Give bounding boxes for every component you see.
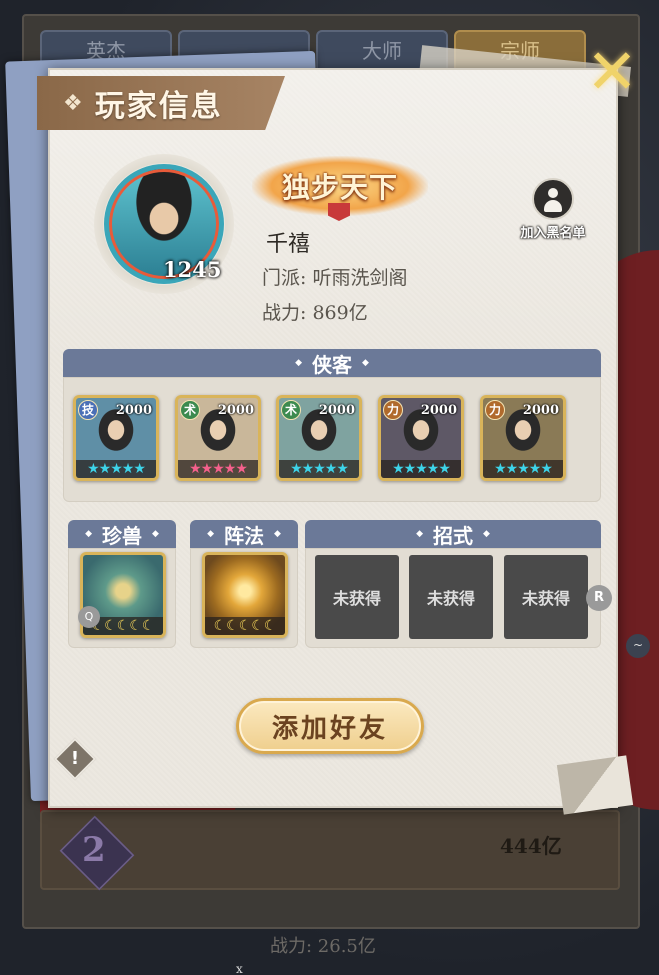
beast-section-title: 珍兽 [102, 523, 142, 548]
hero-power: 2000 [318, 403, 355, 418]
move-slot-3[interactable]: 未获得 [504, 555, 588, 639]
dot-left-icon: ◆ [295, 358, 302, 368]
moves-section-header: ◆ 招式 ◆ [305, 520, 601, 548]
blacklist-user-icon [532, 178, 574, 220]
player-level: 1245 [163, 257, 222, 282]
dot-right-icon: ◆ [152, 529, 159, 539]
rank-number: 2 [82, 830, 106, 870]
move-slot-1[interactable]: 未获得 [315, 555, 399, 639]
title-badge-text: 独步天下 [281, 171, 398, 204]
dot-right-icon: ◆ [362, 358, 369, 368]
rank-power: 444亿 [500, 834, 562, 858]
hero-type-badge: 术 [180, 400, 200, 420]
dot-right-icon: ◆ [274, 529, 281, 539]
heroes-section-title: 侠客 [312, 352, 352, 377]
hero-power: 2000 [115, 403, 152, 418]
hero-power: 2000 [420, 403, 457, 418]
hero-power: 2000 [217, 403, 254, 418]
hero-stars: ★★★★★ [178, 460, 258, 478]
close-button[interactable]: ✕ [582, 35, 642, 108]
hero-card[interactable]: 力 2000 ★★★★★ [480, 395, 566, 481]
report-mark: ! [70, 748, 80, 769]
hero-type-badge: 技 [78, 400, 98, 420]
beast-quality-badge: Q [78, 606, 100, 628]
move-slot-2[interactable]: 未获得 [409, 555, 493, 639]
formation-card[interactable]: ☾☾☾☾☾ [202, 552, 288, 638]
dot-right-icon: ◆ [483, 529, 490, 539]
side-tilde-badge[interactable]: ~ [626, 634, 650, 658]
heroes-section-header: ◆ 侠客 ◆ [63, 349, 601, 377]
hero-card[interactable]: 力 2000 ★★★★★ [378, 395, 464, 481]
player-power: 战力: 869亿 [262, 302, 368, 324]
player-sect: 门派: 听雨洗剑阁 [262, 267, 408, 289]
hero-type-badge: 力 [383, 400, 403, 420]
dot-left-icon: ◆ [416, 529, 423, 539]
hero-card[interactable]: 术 2000 ★★★★★ [175, 395, 261, 481]
formation-section-title: 阵法 [224, 523, 264, 548]
page-corner-fold [556, 755, 634, 815]
formation-moons: ☾☾☾☾☾ [205, 617, 285, 635]
dialog-title: 玩家信息 [94, 89, 223, 124]
hero-card[interactable]: 术 2000 ★★★★★ [276, 395, 362, 481]
formation-section-header: ◆ 阵法 ◆ [190, 520, 298, 548]
add-friend-button[interactable]: 添加好友 [236, 698, 424, 754]
hero-type-badge: 力 [485, 400, 505, 420]
bottom-power: 战力: 26.5亿 [270, 936, 376, 957]
moves-section-title: 招式 [433, 523, 473, 548]
player-name: 千禧 [266, 232, 311, 257]
hero-power: 2000 [522, 403, 559, 418]
close-x-icon: ✕ [586, 35, 638, 108]
blacklist-button[interactable]: 加入黑名单 [513, 178, 593, 244]
hero-stars: ★★★★★ [279, 460, 359, 478]
hero-stars: ★★★★★ [483, 460, 563, 478]
hero-stars: ★★★★★ [381, 460, 461, 478]
beast-section-header: ◆ 珍兽 ◆ [68, 520, 176, 548]
hero-type-badge: 术 [281, 400, 301, 420]
dot-left-icon: ◆ [85, 529, 92, 539]
blacklist-label: 加入黑名单 [520, 226, 586, 241]
dialog-title-banner: ❖ 玩家信息 [37, 76, 285, 130]
dot-left-icon: ◆ [207, 529, 214, 539]
hero-card[interactable]: 技 2000 ★★★★★ [73, 395, 159, 481]
side-r-badge[interactable]: R [586, 585, 612, 611]
hero-stars: ★★★★★ [76, 460, 156, 478]
bottom-marker: x [236, 962, 243, 975]
diamond-ornament-icon: ❖ [63, 90, 83, 116]
